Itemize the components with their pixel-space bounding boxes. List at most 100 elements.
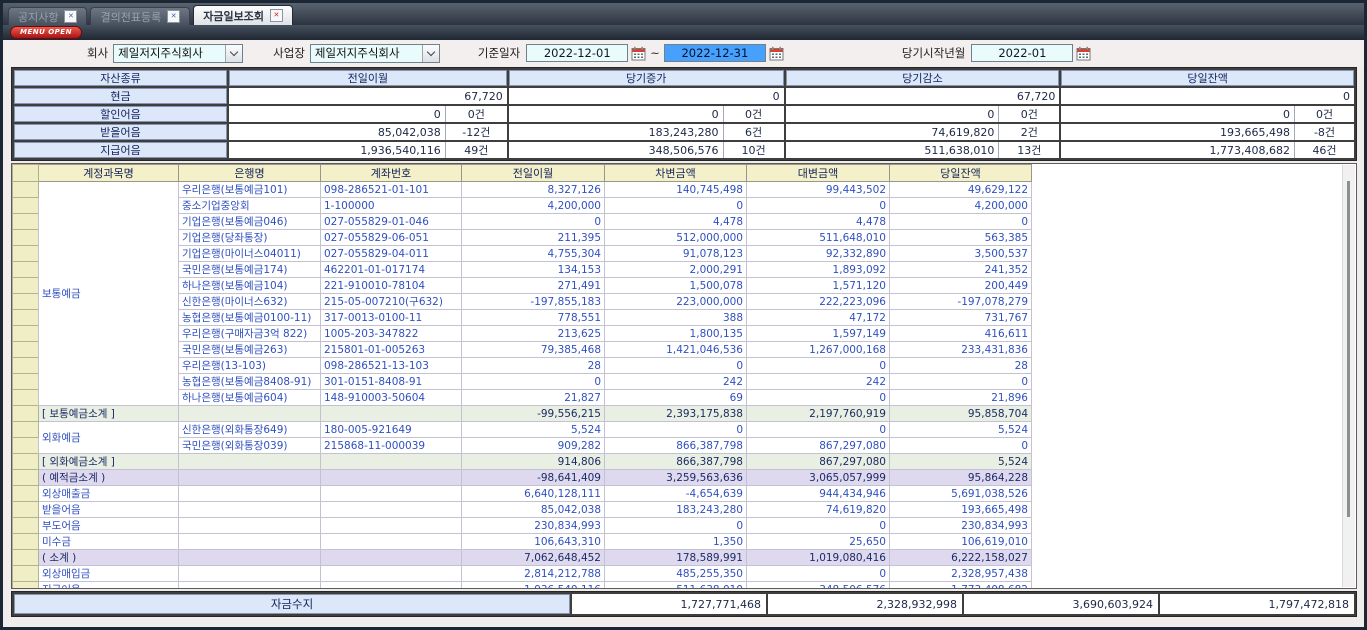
cell-credit[interactable]: 2,197,760,919: [747, 406, 890, 422]
summary-amount-cell[interactable]: 67,720: [786, 88, 1060, 104]
cell-bank-name[interactable]: [179, 486, 321, 502]
row-selector-cell[interactable]: [13, 518, 39, 534]
cell-prev-carryover[interactable]: -197,855,183: [462, 294, 605, 310]
row-selector-cell[interactable]: [13, 502, 39, 518]
cell-bank-name[interactable]: [179, 518, 321, 534]
cell-account-label[interactable]: 지급어음: [39, 582, 179, 590]
cell-balance[interactable]: 1,773,408,682: [890, 582, 1032, 590]
cell-account-no[interactable]: 215801-01-005263: [321, 342, 462, 358]
cell-balance[interactable]: 0: [890, 374, 1032, 390]
cell-credit[interactable]: 3,065,057,999: [747, 470, 890, 486]
cell-bank-name[interactable]: 하나은행(보통예금604): [179, 390, 321, 406]
cell-prev-carryover[interactable]: 134,153: [462, 262, 605, 278]
cell-balance[interactable]: 4,200,000: [890, 198, 1032, 214]
close-icon[interactable]: ✕: [64, 10, 77, 23]
cell-debit[interactable]: 69: [605, 390, 747, 406]
cell-balance[interactable]: 0: [890, 438, 1032, 454]
cell-credit[interactable]: 99,443,502: [747, 182, 890, 198]
cell-debit[interactable]: 91,078,123: [605, 246, 747, 262]
cell-account-no[interactable]: 1005-203-347822: [321, 326, 462, 342]
tab-fund-daily-inquiry[interactable]: 자금일보조회 ✕: [193, 5, 293, 25]
cell-balance[interactable]: 233,431,836: [890, 342, 1032, 358]
cell-account-no[interactable]: 098-286521-01-101: [321, 182, 462, 198]
row-selector-cell[interactable]: [13, 438, 39, 454]
cell-account-no[interactable]: 1-100000: [321, 198, 462, 214]
cell-balance[interactable]: 2,328,957,438: [890, 566, 1032, 582]
cell-balance[interactable]: 3,500,537: [890, 246, 1032, 262]
period-start-input[interactable]: 2022-01: [971, 44, 1073, 62]
summary-row-label[interactable]: 할인어음: [14, 106, 227, 122]
cell-debit[interactable]: 1,500,078: [605, 278, 747, 294]
row-selector-cell[interactable]: [13, 454, 39, 470]
cell-bank-name[interactable]: 기업은행(당좌통장): [179, 230, 321, 246]
calendar-icon[interactable]: [1076, 46, 1091, 61]
cell-balance[interactable]: 95,858,704: [890, 406, 1032, 422]
summary-amount-cell[interactable]: 1,936,540,116: [229, 142, 445, 158]
cell-account-no[interactable]: 098-286521-13-103: [321, 358, 462, 374]
summary-row-label[interactable]: 지급어음: [14, 142, 227, 158]
cell-account-label[interactable]: [ 외화예금소계 ]: [39, 454, 179, 470]
cell-debit[interactable]: 2,393,175,838: [605, 406, 747, 422]
cell-balance[interactable]: 241,352: [890, 262, 1032, 278]
cell-account-no[interactable]: 027-055829-06-051: [321, 230, 462, 246]
cell-debit[interactable]: 183,243,280: [605, 502, 747, 518]
chevron-down-icon[interactable]: [225, 45, 242, 62]
summary-amount-cell[interactable]: 0: [1061, 106, 1294, 122]
cell-credit[interactable]: 222,223,096: [747, 294, 890, 310]
cell-debit[interactable]: 0: [605, 422, 747, 438]
summary-amount-cell[interactable]: 74,619,820: [786, 124, 999, 140]
summary-amount-cell[interactable]: 67,720: [229, 88, 507, 104]
cell-account-no[interactable]: 027-055829-04-011: [321, 246, 462, 262]
cell-balance[interactable]: 193,665,498: [890, 502, 1032, 518]
cell-debit[interactable]: 0: [605, 198, 747, 214]
cell-account-label[interactable]: 미수금: [39, 534, 179, 550]
cell-account-no[interactable]: 215-05-007210(구632): [321, 294, 462, 310]
cell-account-no[interactable]: [321, 486, 462, 502]
cell-credit[interactable]: 0: [747, 358, 890, 374]
cell-prev-carryover[interactable]: 21,827: [462, 390, 605, 406]
row-selector-cell[interactable]: [13, 406, 39, 422]
cell-bank-name[interactable]: 신한은행(마이너스632): [179, 294, 321, 310]
summary-amount-cell[interactable]: 0: [509, 88, 784, 104]
row-selector-cell[interactable]: [13, 230, 39, 246]
cell-account-label[interactable]: 외상매출금: [39, 486, 179, 502]
base-date-from-input[interactable]: 2022-12-01: [526, 44, 628, 62]
cell-debit[interactable]: 242: [605, 374, 747, 390]
cell-account-no[interactable]: [321, 566, 462, 582]
cell-bank-name[interactable]: 기업은행(보통예금046): [179, 214, 321, 230]
summary-amount-cell[interactable]: 511,638,010: [786, 142, 999, 158]
cell-balance[interactable]: 49,629,122: [890, 182, 1032, 198]
cell-account-no[interactable]: 221-910010-78104: [321, 278, 462, 294]
cell-account-no[interactable]: [321, 582, 462, 590]
cell-prev-carryover[interactable]: 230,834,993: [462, 518, 605, 534]
cell-credit[interactable]: 1,571,120: [747, 278, 890, 294]
cell-credit[interactable]: 25,650: [747, 534, 890, 550]
cell-credit[interactable]: 0: [747, 390, 890, 406]
cell-debit[interactable]: 3,259,563,636: [605, 470, 747, 486]
summary-count-cell[interactable]: 0건: [998, 106, 1059, 122]
cell-debit[interactable]: 1,350: [605, 534, 747, 550]
row-selector-cell[interactable]: [13, 326, 39, 342]
cell-bank-name[interactable]: 국민은행(보통예금174): [179, 262, 321, 278]
cell-bank-name[interactable]: 우리은행(구매자금3억 822): [179, 326, 321, 342]
cell-prev-carryover[interactable]: 8,327,126: [462, 182, 605, 198]
cell-prev-carryover[interactable]: 778,551: [462, 310, 605, 326]
cell-prev-carryover[interactable]: 5,524: [462, 422, 605, 438]
cell-debit[interactable]: 178,589,991: [605, 550, 747, 566]
cell-bank-name[interactable]: 중소기업중앙회: [179, 198, 321, 214]
cell-credit[interactable]: 1,597,149: [747, 326, 890, 342]
cell-account-no[interactable]: 462201-01-017174: [321, 262, 462, 278]
cell-balance[interactable]: 200,449: [890, 278, 1032, 294]
cell-bank-name[interactable]: [179, 470, 321, 486]
row-selector-cell[interactable]: [13, 294, 39, 310]
cell-account-label[interactable]: 외상매입금: [39, 566, 179, 582]
cell-balance[interactable]: 5,524: [890, 422, 1032, 438]
cell-debit[interactable]: 4,478: [605, 214, 747, 230]
cell-bank-name[interactable]: [179, 534, 321, 550]
cell-balance[interactable]: 416,611: [890, 326, 1032, 342]
cell-account-no[interactable]: [321, 518, 462, 534]
row-selector-cell[interactable]: [13, 214, 39, 230]
row-selector-cell[interactable]: [13, 198, 39, 214]
cell-prev-carryover[interactable]: 7,062,648,452: [462, 550, 605, 566]
calendar-icon[interactable]: [631, 46, 646, 61]
